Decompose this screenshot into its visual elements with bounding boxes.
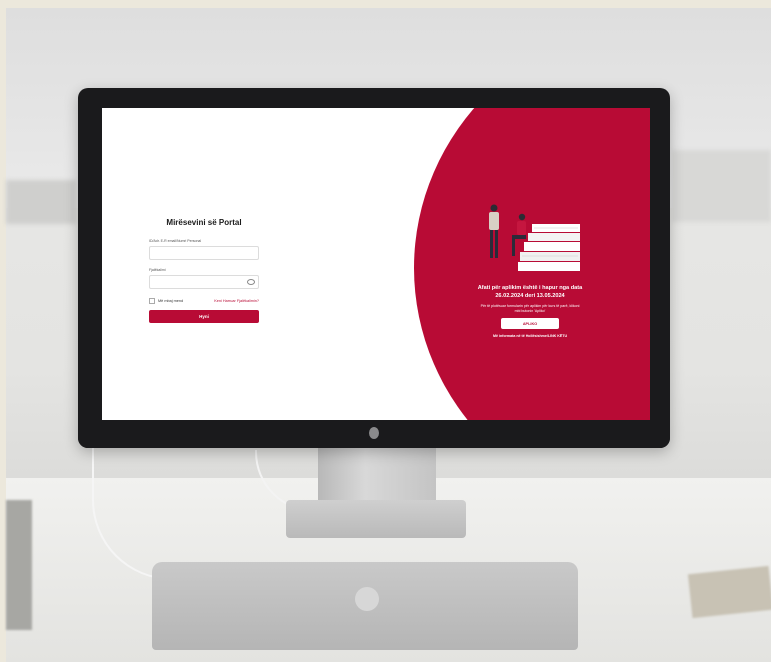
remember-label: Më mbaj mend <box>158 299 184 303</box>
username-label: ID/Adr. E-R email/Numri Personal <box>149 239 202 243</box>
login-button[interactable]: Hyni <box>149 310 259 323</box>
more-info-link[interactable]: Më informata në të Hollësishme/LINK KËTU <box>442 334 618 338</box>
password-input[interactable] <box>149 275 259 289</box>
username-input[interactable] <box>149 246 259 260</box>
login-options-row: Më mbaj mend Keni Harruar Fjalëkalimin? <box>149 298 259 304</box>
login-title: Mirësevini së Portal <box>166 218 242 227</box>
application-info: Afati për aplikim është i hapur nga data… <box>442 284 618 338</box>
paper-right <box>687 565 771 619</box>
monitor-stand <box>318 448 436 504</box>
apply-button[interactable]: APLIKO <box>501 318 559 329</box>
eye-icon[interactable] <box>247 279 255 285</box>
password-label: Fjalëkalimi <box>149 268 166 272</box>
application-dates: 26.02.2024 deri 13.05.2024 <box>495 293 565 299</box>
monitor-stand-foot <box>286 500 466 538</box>
apple-logo-icon <box>369 427 379 439</box>
monitor-screen: Mirësevini së Portal ID/Adr. E-R email/N… <box>102 108 650 420</box>
remember-me[interactable]: Më mbaj mend <box>149 298 183 304</box>
application-headline-line1: Afati për aplikim është i hapur nga data <box>477 285 583 291</box>
remember-checkbox[interactable] <box>149 298 155 304</box>
shelf-right <box>672 150 771 222</box>
shelf-left <box>6 180 76 224</box>
laptop-logo <box>355 587 379 611</box>
forgot-password-link[interactable]: Keni Harruar Fjalëkalimin? <box>214 299 259 303</box>
application-instructions: Për të plotësuar formularin për aplikim … <box>442 304 618 314</box>
instructions-line2: mbi butonin 'Apliko' <box>514 309 546 313</box>
box-left <box>6 500 32 630</box>
application-headline: Afati për aplikim është i hapur nga data… <box>442 284 618 300</box>
students-illustration-icon <box>489 204 580 271</box>
login-form: Mirësevini së Portal ID/Adr. E-R email/N… <box>149 218 259 323</box>
